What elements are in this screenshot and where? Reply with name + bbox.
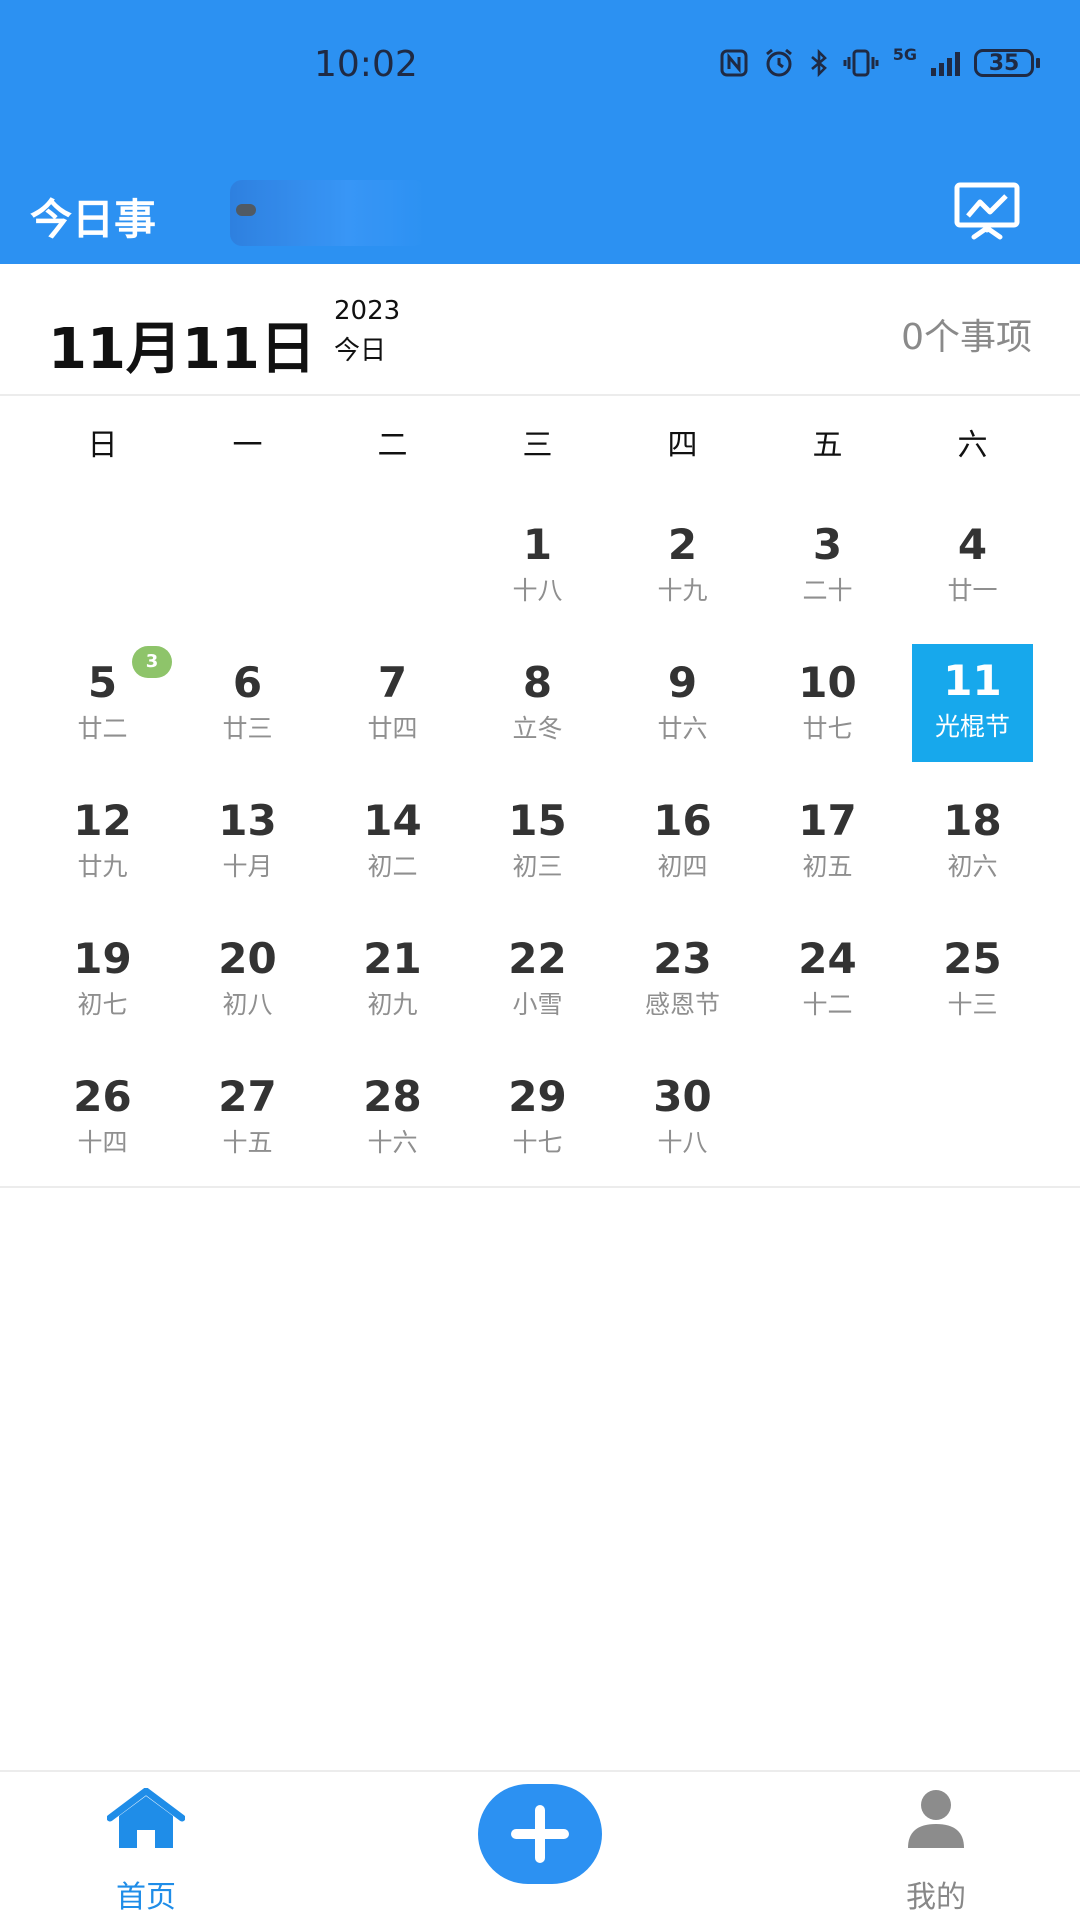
app-title: 今日事 xyxy=(30,195,157,244)
signal-icon xyxy=(931,50,960,76)
today-label: 今日 xyxy=(334,336,387,366)
calendar-day[interactable]: 29 十七 xyxy=(465,1060,610,1178)
calendar-day[interactable]: 19 初七 xyxy=(30,922,175,1040)
calendar-day[interactable]: 27 十五 xyxy=(175,1060,320,1178)
nav-home[interactable]: 首页 xyxy=(96,1788,196,1915)
weekday-header: 日 一 二 三 四 五 六 xyxy=(0,420,1080,468)
calendar-day[interactable]: 8 立冬 xyxy=(465,646,610,764)
calendar-day[interactable]: 17 初五 xyxy=(755,784,900,902)
calendar-day[interactable]: 6 廿三 xyxy=(175,646,320,764)
status-icons: 5G 35 xyxy=(719,45,1040,78)
calendar-day[interactable]: 16 初四 xyxy=(610,784,755,902)
bottom-nav: 首页 我的 xyxy=(0,1770,1080,1922)
calendar-day[interactable]: 12 廿九 xyxy=(30,784,175,902)
calendar-day[interactable]: 13 十月 xyxy=(175,784,320,902)
calendar-day[interactable]: 22 小雪 xyxy=(465,922,610,1040)
status-time: 10:02 xyxy=(314,44,418,85)
calendar-day[interactable]: 3 二十 xyxy=(755,508,900,626)
calendar-day[interactable]: 26 十四 xyxy=(30,1060,175,1178)
calendar-day[interactable]: 25 十三 xyxy=(900,922,1045,1040)
calendar-day[interactable]: 20 初八 xyxy=(175,922,320,1040)
weekday-thu: 四 xyxy=(667,428,698,463)
calendar-day[interactable]: 24 十二 xyxy=(755,922,900,1040)
add-event-button[interactable] xyxy=(478,1784,602,1884)
calendar-day[interactable]: 23 感恩节 xyxy=(610,922,755,1040)
weekday-tue: 二 xyxy=(377,428,408,463)
weekday-mon: 一 xyxy=(232,428,263,463)
home-icon xyxy=(107,1788,185,1848)
calendar-day[interactable]: 2 十九 xyxy=(610,508,755,626)
calendar-day[interactable]: 21 初九 xyxy=(320,922,465,1040)
calendar-day[interactable]: 28 十六 xyxy=(320,1060,465,1178)
app-header: 10:02 5G 35 今日事 xyxy=(0,0,1080,264)
calendar-day[interactable]: 18 初六 xyxy=(900,784,1045,902)
presentation-chart-icon[interactable] xyxy=(954,182,1020,240)
user-icon xyxy=(908,1790,964,1848)
battery-level: 35 xyxy=(974,49,1034,77)
calendar-day-selected[interactable]: 11 光棍节 xyxy=(912,644,1033,762)
calendar-day[interactable]: 9 廿六 xyxy=(610,646,755,764)
calendar-divider xyxy=(0,1186,1080,1188)
weekday-wed: 三 xyxy=(522,428,553,463)
calendar-day[interactable]: 10 廿七 xyxy=(755,646,900,764)
bluetooth-icon xyxy=(810,48,827,78)
calendar-day[interactable]: 30 十八 xyxy=(610,1060,755,1178)
current-year: 2023 xyxy=(334,296,401,326)
blurred-avatar xyxy=(230,180,426,246)
weekday-fri: 五 xyxy=(812,428,843,463)
calendar-day[interactable]: 1 十八 xyxy=(465,508,610,626)
battery-icon: 35 xyxy=(974,49,1040,77)
weekday-sat: 六 xyxy=(957,428,988,463)
nav-me-label: 我的 xyxy=(906,1880,966,1915)
nfc-icon xyxy=(720,49,748,77)
calendar-day[interactable]: 7 廿四 xyxy=(320,646,465,764)
calendar-day[interactable]: 14 初二 xyxy=(320,784,465,902)
nav-home-label: 首页 xyxy=(116,1880,176,1915)
vibrate-icon xyxy=(843,49,879,77)
alarm-icon xyxy=(765,48,792,77)
event-count-badge: 3 xyxy=(132,646,172,678)
weekday-sun: 日 xyxy=(87,428,118,463)
calendar-day[interactable]: 15 初三 xyxy=(465,784,610,902)
event-count: 0个事项 xyxy=(901,317,1032,358)
date-bar: 11月11日 2023 今日 0个事项 xyxy=(0,264,1080,396)
calendar-day[interactable]: 4 廿一 xyxy=(900,508,1045,626)
current-date[interactable]: 11月11日 xyxy=(48,304,316,385)
network-type: 5G xyxy=(892,45,917,64)
nav-me[interactable]: 我的 xyxy=(886,1788,986,1915)
plus-icon xyxy=(511,1805,569,1863)
